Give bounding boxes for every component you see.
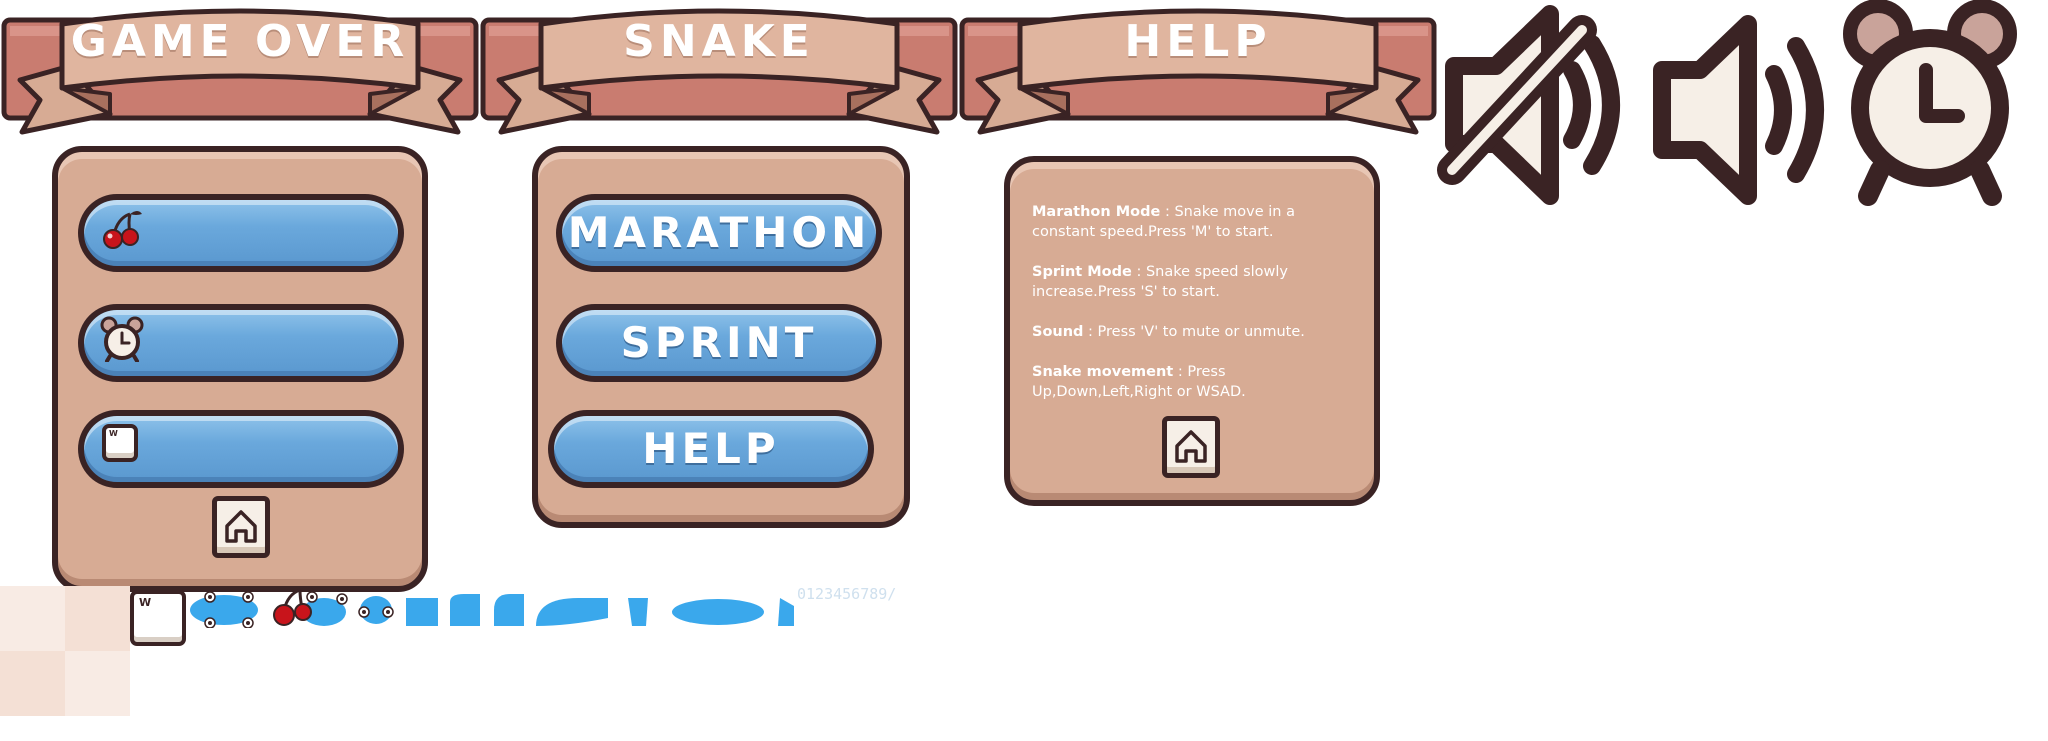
banner-title: SNAKE xyxy=(623,16,815,67)
sound-muted-icon[interactable] xyxy=(1432,0,1632,210)
marathon-button[interactable]: MARATHON xyxy=(556,194,882,272)
alarm-clock-icon xyxy=(1843,0,2017,206)
banner-title: GAME OVER xyxy=(70,16,410,67)
sound-on-icon[interactable] xyxy=(1642,14,1842,210)
banner-title: HELP xyxy=(1124,16,1272,67)
marathon-label: MARATHON xyxy=(567,208,871,257)
home-icon xyxy=(225,510,257,543)
sprint-label: SPRINT xyxy=(620,318,818,367)
help-label: HELP xyxy=(642,424,780,473)
help-button[interactable]: HELP xyxy=(548,410,874,488)
help-entry: Sprint Mode : Snake speed slowly increas… xyxy=(1032,264,1288,300)
checker-tile xyxy=(0,586,130,716)
digit-sprites: 0123456789/ xyxy=(797,585,897,603)
cherry-icon xyxy=(273,587,314,626)
alarm-clock-icon xyxy=(100,316,144,362)
w-key-icon: W xyxy=(102,424,138,462)
help-entry: Marathon Mode : Snake move in a constant… xyxy=(1032,204,1295,240)
score-row-key: W xyxy=(78,410,404,488)
banner-help: HELP xyxy=(958,4,1438,138)
cherry-icon xyxy=(103,211,142,249)
help-entry: Sound : Press 'V' to mute or unmute. xyxy=(1032,324,1305,340)
score-row-cherry xyxy=(78,194,404,272)
home-icon xyxy=(1175,430,1207,463)
banner-game-over: GAME OVER xyxy=(0,4,480,138)
help-entry: Snake movement : Press Up,Down,Left,Righ… xyxy=(1032,364,1246,400)
home-button[interactable] xyxy=(212,496,270,558)
sprint-button[interactable]: SPRINT xyxy=(556,304,882,382)
w-key-sprite: W xyxy=(130,590,186,646)
banner-snake: SNAKE xyxy=(479,4,959,138)
help-text: Marathon Mode : Snake move in a constant… xyxy=(1032,202,1358,422)
score-row-clock xyxy=(78,304,404,382)
help-home-button[interactable] xyxy=(1162,416,1220,478)
